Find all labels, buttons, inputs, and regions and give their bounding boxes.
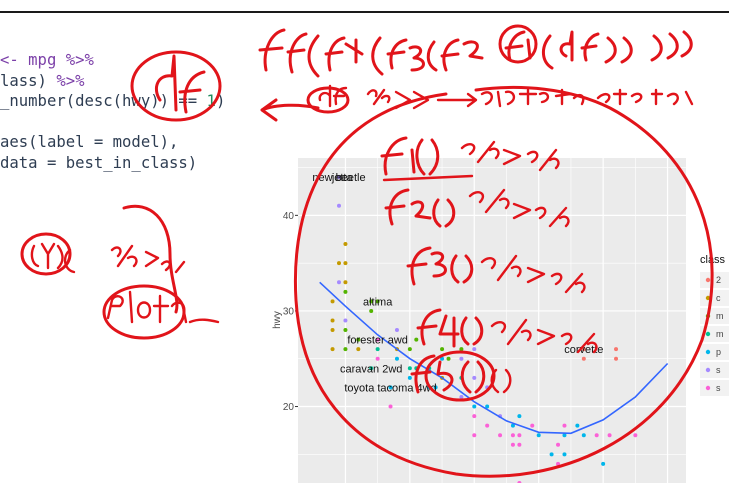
left-margin-notes [20,204,220,340]
nested-call-note [258,24,693,78]
step-f2 [384,188,570,228]
step-f3 [406,246,586,294]
circled-df-in-code [130,50,222,122]
handwriting-layer [20,24,714,478]
big-loop-outline [293,85,714,478]
step-f4 [416,308,598,354]
step-f1 [380,136,560,182]
step-f5 [410,350,512,402]
